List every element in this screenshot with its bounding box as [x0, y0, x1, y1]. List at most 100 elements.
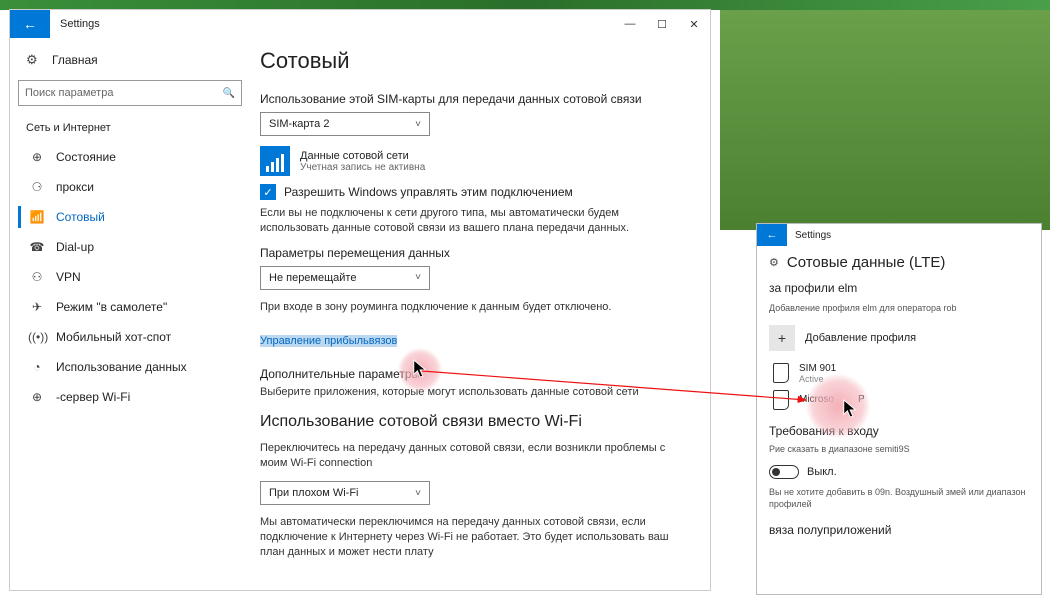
plus-icon: + [769, 325, 795, 351]
category-header: Сеть и Интернет [18, 120, 250, 142]
roaming-label: Параметры перемещения данных [260, 246, 682, 260]
hint-2: Вы не хотите добавить в 09n. Воздушный з… [769, 487, 1029, 510]
sim-1-name: SIM 901 [799, 363, 836, 374]
add-profile-label: Добавление профиля [805, 332, 916, 344]
nav-item-4[interactable]: ⚇ VPN [18, 262, 250, 292]
sim-select[interactable]: SIM-карта 2 ˅ [260, 112, 430, 136]
page-title: Сотовый [260, 48, 682, 74]
titlebar-2: ← Settings [757, 224, 1041, 246]
sim-select-value: SIM-карта 2 [269, 118, 329, 130]
nav-icon: ⊕ [28, 390, 46, 404]
add-profile-hint: Добавление профиля elm для оператора rob [769, 303, 1029, 315]
search-input[interactable]: Поиск параметра 🔍 [18, 80, 242, 106]
sim-2-suffix: P [858, 394, 865, 405]
content-pane: Сотовый Использование этой SIM-карты для… [250, 38, 710, 590]
nav-icon: 📶 [28, 210, 46, 224]
gear-icon: ⚙ [769, 256, 779, 269]
desktop-bg-top [0, 0, 1050, 10]
nav-item-3[interactable]: ☎ Dial-up [18, 232, 250, 262]
nav-label: -сервер Wi-Fi [56, 390, 130, 404]
allow-windows-label: Разрешить Windows управлять этим подключ… [284, 185, 573, 199]
sim-card-icon [773, 363, 789, 383]
nav-item-1[interactable]: ⚆ прокси [18, 172, 250, 202]
data-title: Данные сотовой сети [300, 150, 425, 162]
add-profile-row[interactable]: + Добавление профиля [769, 325, 1029, 351]
nav-item-2[interactable]: 📶 Сотовый [18, 202, 250, 232]
signal-bars-icon [260, 146, 290, 176]
profiles-header: за профили elm [769, 281, 1029, 295]
bottom-paragraph: Мы автоматически переключимся на передач… [260, 515, 682, 560]
nav-icon: ⚇ [28, 270, 46, 284]
roaming-select-value: Не перемещайте [269, 272, 356, 284]
home-label: Главная [52, 53, 98, 67]
chevron-down-icon: ˅ [415, 272, 421, 283]
settings-window-main: ← Settings — ☐ ✕ ⚙ Главная Поиск парамет… [10, 10, 710, 590]
wifi-fallback-select[interactable]: При плохом Wi-Fi ˅ [260, 481, 430, 505]
footer-text: вяза полуприложений [769, 523, 1029, 537]
nav-label: Состояние [56, 150, 116, 164]
roaming-select[interactable]: Не перемещайте ˅ [260, 266, 430, 290]
data-status: Учетная запись не активна [300, 162, 425, 173]
minimize-button[interactable]: — [614, 10, 646, 38]
checkbox-checked-icon[interactable]: ✓ [260, 184, 276, 200]
content-2: ⚙ Сотовые данные (LTE) за профили elm До… [757, 246, 1041, 553]
page-title-2: Сотовые данные (LTE) [787, 254, 946, 271]
signin-requirements-header: Требования к входу [769, 424, 1029, 438]
nav-icon: ☎ [28, 240, 46, 254]
sim-profile-2[interactable]: Microso P [769, 390, 1029, 410]
nav-label: Сотовый [56, 210, 105, 224]
nav-icon: ((•)) [28, 330, 46, 344]
window-title-2: Settings [787, 230, 831, 241]
gear-icon: ⚙ [26, 52, 42, 68]
sidebar: ⚙ Главная Поиск параметра 🔍 Сеть и Интер… [10, 38, 250, 590]
signin-hint: Pие сказать в диапазоне semiti9S [769, 444, 1029, 456]
nav-icon: ⚆ [28, 180, 46, 194]
cellular-vs-wifi-heading: Использование сотовой связи вместо Wi-Fi [260, 413, 682, 431]
nav-icon: ✈ [28, 300, 46, 314]
roaming-paragraph: При входе в зону роуминга подключение к … [260, 300, 682, 315]
nav-item-8[interactable]: ⊕ -сервер Wi-Fi [18, 382, 250, 412]
sim-usage-label: Использование этой SIM-карты для передач… [260, 92, 682, 106]
chevron-down-icon: ˅ [415, 488, 421, 499]
home-link[interactable]: ⚙ Главная [18, 48, 250, 72]
wifi-fallback-value: При плохом Wi-Fi [269, 487, 358, 499]
sim-2-name: Microso [799, 394, 834, 405]
nav-item-6[interactable]: ((•)) Мобильный хот-спот [18, 322, 250, 352]
back-button[interactable]: ← [10, 10, 50, 38]
nav-icon: ◔ [28, 360, 46, 374]
nav-item-0[interactable]: ⊕ Состояние [18, 142, 250, 172]
toggle-label: Выкл. [807, 466, 837, 478]
nav-item-5[interactable]: ✈ Режим "в самолете" [18, 292, 250, 322]
maximize-button[interactable]: ☐ [646, 10, 678, 38]
search-icon: 🔍 [223, 88, 235, 99]
nav-label: Мобильный хот-спот [56, 330, 171, 344]
close-button[interactable]: ✕ [678, 10, 710, 38]
window-controls: — ☐ ✕ [614, 10, 710, 38]
titlebar: ← Settings — ☐ ✕ [10, 10, 710, 38]
switch-paragraph: Переключитесь на передачу данных сотовой… [260, 441, 682, 471]
additional-params-header: Дополнительные параметры [260, 367, 682, 381]
nav-label: VPN [56, 270, 81, 284]
settings-window-secondary: ← Settings ⚙ Сотовые данные (LTE) за про… [757, 224, 1041, 594]
nav-label: Dial-up [56, 240, 94, 254]
allow-windows-row[interactable]: ✓ Разрешить Windows управлять этим подкл… [260, 184, 682, 200]
sim-card-icon [773, 390, 789, 410]
sim-1-status: Active [799, 374, 836, 384]
sim-profile-1[interactable]: SIM 901 Active [769, 363, 1029, 384]
cellular-data-row[interactable]: Данные сотовой сети Учетная запись не ак… [260, 146, 682, 176]
window-title: Settings [50, 18, 614, 30]
nav-icon: ⊕ [28, 150, 46, 164]
toggle-off-icon[interactable] [769, 465, 799, 479]
toggle-row[interactable]: Выкл. [769, 465, 1029, 479]
nav-label: Использование данных [56, 360, 187, 374]
search-placeholder: Поиск параметра [25, 87, 113, 99]
nav-label: Режим "в самолете" [56, 300, 167, 314]
chevron-down-icon: ˅ [415, 119, 421, 130]
manage-profiles-link[interactable]: Управление прибыльвязов [260, 335, 397, 347]
additional-params-text: Выберите приложения, которые могут испол… [260, 385, 682, 400]
back-button-2[interactable]: ← [757, 224, 787, 246]
nav-item-7[interactable]: ◔ Использование данных [18, 352, 250, 382]
nav-label: прокси [56, 180, 94, 194]
auto-connect-paragraph: Если вы не подключены к сети другого тип… [260, 206, 682, 236]
desktop-bg-right [720, 10, 1050, 230]
